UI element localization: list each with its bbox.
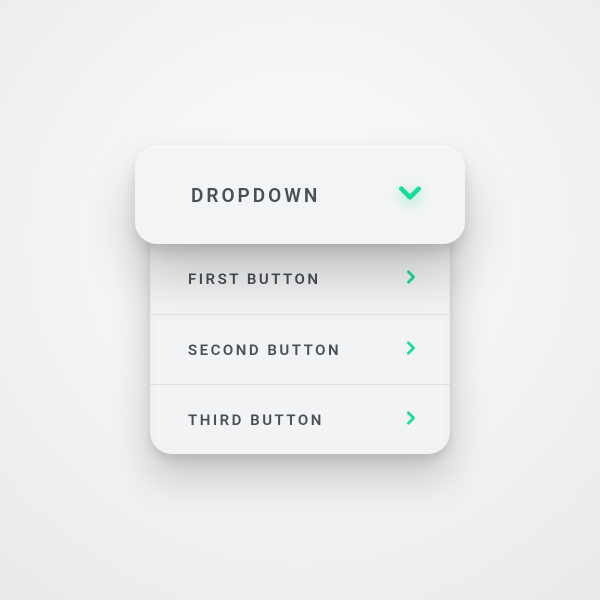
dropdown-trigger[interactable]: DROPDOWN <box>135 146 465 244</box>
dropdown-item-label: THIRD BUTTON <box>188 411 324 429</box>
dropdown-item-label: SECOND BUTTON <box>188 341 341 359</box>
dropdown-trigger-label: DROPDOWN <box>191 184 320 207</box>
dropdown-item-third[interactable]: THIRD BUTTON <box>150 384 450 454</box>
chevron-down-icon <box>395 178 425 212</box>
dropdown-item-second[interactable]: SECOND BUTTON <box>150 314 450 384</box>
dropdown-component: DROPDOWN FIRST BUTTON SECOND BUTTON <box>135 146 465 454</box>
chevron-right-icon <box>402 268 420 290</box>
chevron-right-icon <box>402 409 420 431</box>
dropdown-item-first[interactable]: FIRST BUTTON <box>150 244 450 314</box>
dropdown-panel: FIRST BUTTON SECOND BUTTON THIRD BUTTON <box>150 230 450 454</box>
dropdown-item-label: FIRST BUTTON <box>188 270 321 288</box>
chevron-right-icon <box>402 339 420 361</box>
